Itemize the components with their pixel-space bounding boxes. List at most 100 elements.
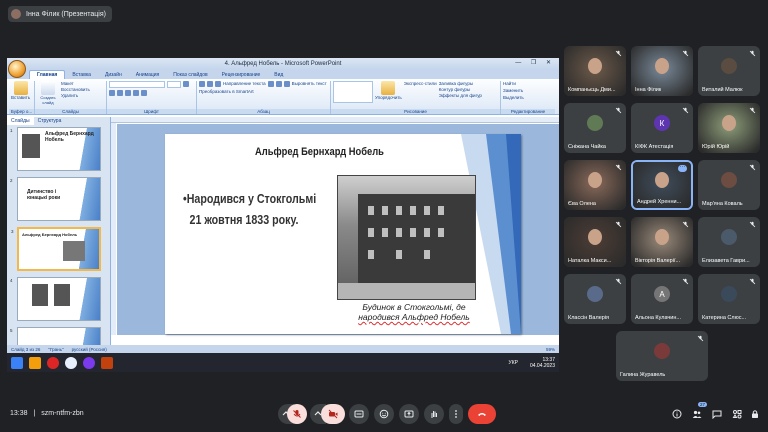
new-slide-button[interactable]: Создать слайд bbox=[37, 81, 59, 105]
participant-tile[interactable]: Галина Журавель bbox=[616, 331, 708, 381]
participant-tile[interactable]: Мар'яна Коваль bbox=[698, 160, 760, 210]
slide-thumb[interactable]: 4 bbox=[10, 277, 101, 321]
present-screen-icon bbox=[404, 410, 414, 418]
shape-outline-button[interactable]: Контур фигуры bbox=[439, 87, 482, 92]
numbering-icon[interactable] bbox=[207, 81, 213, 87]
people-icon[interactable] bbox=[692, 409, 702, 419]
mic-toggle-button[interactable] bbox=[287, 404, 307, 424]
align-center-icon[interactable] bbox=[275, 81, 282, 87]
arrange-button[interactable]: Упорядочить bbox=[375, 81, 402, 100]
participant-tile[interactable]: Виталий Малюк bbox=[698, 46, 760, 96]
lock-icon[interactable] bbox=[750, 409, 760, 419]
participant-name: Классін Валерія bbox=[568, 315, 610, 321]
present-button[interactable] bbox=[399, 404, 419, 424]
align-left-icon[interactable] bbox=[267, 81, 274, 87]
explorer-icon[interactable] bbox=[29, 356, 41, 369]
tab-animation[interactable]: Анимация bbox=[129, 71, 166, 79]
window-controls[interactable]: — ❐ ✕ bbox=[515, 59, 555, 66]
italic-icon[interactable] bbox=[109, 90, 115, 96]
indent-icon[interactable] bbox=[215, 81, 221, 87]
zoom-level[interactable]: 59% bbox=[546, 347, 555, 352]
tab-home[interactable]: Главная bbox=[29, 70, 66, 79]
input-language[interactable]: УКР bbox=[509, 360, 518, 366]
participant-tile[interactable]: Сніжана Чайка bbox=[564, 103, 626, 153]
bullets-icon[interactable] bbox=[199, 81, 205, 87]
participant-tile[interactable]: Компаньєць Дми... bbox=[564, 46, 626, 96]
find-button[interactable]: Найти bbox=[503, 81, 516, 86]
shape-effects-button[interactable]: Эффекты для фигур bbox=[439, 93, 482, 98]
activities-icon[interactable] bbox=[732, 409, 742, 419]
strike-icon[interactable] bbox=[125, 90, 131, 96]
tab-outline[interactable]: Структура bbox=[34, 117, 66, 125]
participant-tile[interactable]: Катерина Слюс... bbox=[698, 274, 760, 324]
mic-off-icon bbox=[293, 410, 301, 418]
more-options-button[interactable] bbox=[449, 404, 463, 424]
slide-thumb[interactable]: 1 Альфред Бернхард Нобель bbox=[10, 127, 101, 171]
shadow-icon[interactable] bbox=[133, 90, 139, 96]
group-font: Шрифт bbox=[107, 81, 197, 114]
new-slide-icon bbox=[41, 81, 55, 95]
font-color-icon[interactable] bbox=[141, 90, 147, 96]
bold-icon[interactable] bbox=[183, 81, 189, 87]
info-icon[interactable] bbox=[672, 409, 682, 419]
tab-insert[interactable]: Вставка bbox=[65, 71, 98, 79]
paste-button[interactable]: Вставить bbox=[11, 81, 30, 100]
tab-slideshow[interactable]: Показ слайдов bbox=[166, 71, 214, 79]
font-size-select[interactable] bbox=[167, 81, 181, 88]
shape-fill-button[interactable]: Заливка фигуры bbox=[439, 81, 482, 86]
participant-avatar bbox=[721, 286, 737, 302]
current-slide[interactable]: Альфред Бернхард Нобель •Народився у Сто… bbox=[165, 134, 521, 334]
presenter-avatar bbox=[11, 9, 21, 19]
tab-review[interactable]: Рецензирование bbox=[215, 71, 268, 79]
office-button[interactable] bbox=[8, 60, 26, 78]
chrome-icon[interactable] bbox=[65, 356, 77, 369]
select-button[interactable]: Выделить bbox=[503, 95, 524, 100]
align-text-button[interactable]: Выровнять текст bbox=[292, 81, 327, 86]
slide-thumb-selected[interactable]: 3 Альфред Бернхард Нобель bbox=[11, 227, 101, 271]
participant-tile[interactable]: Классін Валерія bbox=[564, 274, 626, 324]
opera-icon[interactable] bbox=[47, 356, 59, 369]
leave-call-button[interactable] bbox=[468, 404, 496, 424]
powerpoint-icon[interactable] bbox=[101, 356, 113, 369]
participant-tile[interactable]: Вікторія Валерії... bbox=[631, 217, 693, 267]
photo-caption: Будинок в Стокгольмі, де народився Альфр… bbox=[358, 302, 470, 322]
participant-tile[interactable]: Інна Філик bbox=[631, 46, 693, 96]
participant-tile[interactable]: Єва Олена bbox=[564, 160, 626, 210]
start-icon[interactable] bbox=[11, 356, 23, 369]
tab-view[interactable]: Вид bbox=[267, 71, 290, 79]
align-right-icon[interactable] bbox=[283, 81, 290, 87]
meeting-code[interactable]: szm-ntfm-zbn bbox=[41, 410, 83, 417]
participant-tile[interactable]: К КІФК Атестація bbox=[631, 103, 693, 153]
tab-slides[interactable]: Слайды bbox=[7, 117, 34, 125]
camera-toggle-button[interactable] bbox=[321, 404, 345, 424]
participant-name: Альона Кулачин... bbox=[635, 315, 681, 321]
raise-hand-button[interactable] bbox=[424, 404, 444, 424]
smartart-button[interactable]: Преобразовать в SmartArt bbox=[199, 89, 254, 94]
font-name-select[interactable] bbox=[109, 81, 165, 88]
viber-icon[interactable] bbox=[83, 356, 95, 369]
captions-button[interactable] bbox=[349, 404, 369, 424]
restore-button[interactable]: Восстановить bbox=[61, 87, 90, 92]
layout-button[interactable]: Макет bbox=[61, 81, 90, 86]
tab-design[interactable]: Дизайн bbox=[98, 71, 129, 79]
delete-button[interactable]: Удалить bbox=[61, 93, 90, 98]
quick-styles-button[interactable]: Экспресс-стили bbox=[404, 81, 437, 86]
participant-tile[interactable]: ··· Андрей Хренни... bbox=[631, 160, 693, 210]
house-photo bbox=[337, 175, 476, 300]
shapes-gallery[interactable] bbox=[333, 81, 373, 103]
text-direction-button[interactable]: Направление текста bbox=[223, 81, 266, 86]
reactions-button[interactable] bbox=[374, 404, 394, 424]
portrait-thumb bbox=[32, 284, 48, 306]
participant-tile[interactable]: Наталка Макси... bbox=[564, 217, 626, 267]
slide-title: Альфред Бернхард Нобель bbox=[255, 146, 384, 158]
participant-tile[interactable]: Юрій Юрій bbox=[698, 103, 760, 153]
chat-icon[interactable] bbox=[712, 409, 722, 419]
presenter-chip[interactable]: Інна Філик (Презентація) bbox=[8, 6, 112, 22]
speaking-indicator-icon: ··· bbox=[678, 164, 687, 172]
mic-muted-icon bbox=[682, 221, 689, 228]
replace-button[interactable]: Заменить bbox=[503, 88, 523, 93]
participant-tile[interactable]: Елизавета Гаври... bbox=[698, 217, 760, 267]
slide-thumb[interactable]: 2 Дитинство і юнацькі роки bbox=[10, 177, 101, 221]
participant-tile[interactable]: А Альона Кулачин... bbox=[631, 274, 693, 324]
underline-icon[interactable] bbox=[117, 90, 123, 96]
